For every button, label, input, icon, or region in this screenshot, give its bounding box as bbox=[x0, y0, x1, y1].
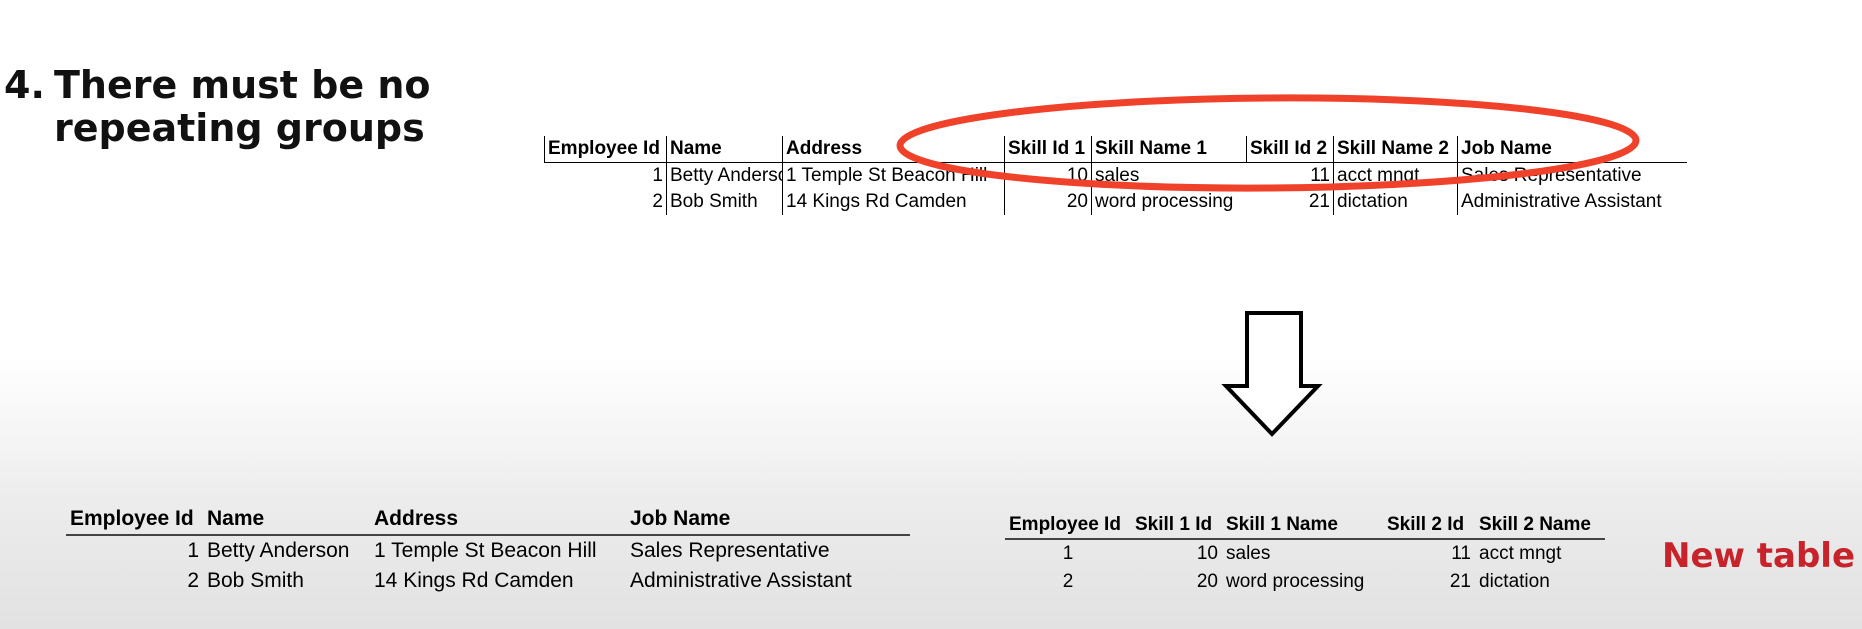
employee-table-header-row: Employee Id Name Address Job Name bbox=[66, 504, 910, 536]
col-name: Name bbox=[203, 504, 370, 536]
table-cell: 14 Kings Rd Camden bbox=[374, 569, 574, 592]
table-cell: dictation bbox=[1479, 571, 1550, 592]
table-cell: 1 Temple St Beacon Hill bbox=[374, 539, 597, 562]
table-cell: 10 bbox=[1196, 543, 1218, 564]
table-cell: 20 bbox=[1004, 189, 1092, 215]
table-row: 1 Betty Anderson 1 Temple St Beacon Hill… bbox=[545, 162, 1687, 189]
table-cell: 20 bbox=[1196, 571, 1218, 592]
table-cell: 11 bbox=[1310, 165, 1330, 186]
table-cell: 21 bbox=[1308, 191, 1330, 212]
table-cell: 14 Kings Rd Camden bbox=[782, 189, 1005, 215]
table-row: 1 Betty Anderson 1 Temple St Beacon Hill… bbox=[66, 535, 910, 566]
table-cell: 1 bbox=[187, 539, 199, 562]
table-cell: Administrative Assistant bbox=[630, 569, 852, 592]
col-name: Name bbox=[666, 136, 783, 163]
col-address: Address bbox=[370, 504, 626, 536]
col-skill-name-1: Skill Name 1 bbox=[1091, 136, 1247, 163]
col-employee-id: Employee Id bbox=[544, 136, 667, 163]
table-cell: 1 Temple St Beacon Hill bbox=[782, 162, 1005, 189]
employee-table: Employee Id Name Address Job Name 1 Bett… bbox=[66, 504, 910, 596]
table-cell: 1 bbox=[1062, 543, 1074, 564]
table-cell: Bob Smith bbox=[666, 189, 783, 215]
table-row: 2 Bob Smith 14 Kings Rd Camden 20 word p… bbox=[545, 189, 1687, 215]
col-skill-name-2: Skill Name 2 bbox=[1333, 136, 1458, 163]
skill-table: Employee Id Skill 1 Id Skill 1 Name Skil… bbox=[1005, 512, 1605, 596]
skill-table-header-row: Employee Id Skill 1 Id Skill 1 Name Skil… bbox=[1005, 512, 1605, 540]
col-skill-2-id: Skill 2 Id bbox=[1383, 512, 1475, 540]
table-cell: 2 bbox=[652, 191, 663, 212]
table-cell: acct mngt bbox=[1479, 543, 1562, 564]
col-job-name: Job Name bbox=[1457, 136, 1687, 163]
table-cell: Bob Smith bbox=[207, 569, 304, 592]
table-cell: sales bbox=[1091, 162, 1247, 189]
table-row: 2 20 word processing 21 dictation bbox=[1005, 568, 1605, 596]
new-table-label: New table bbox=[1662, 536, 1856, 576]
table-cell: dictation bbox=[1333, 189, 1458, 215]
table-cell: 10 bbox=[1004, 162, 1092, 189]
table-cell: Betty Anderson bbox=[207, 539, 350, 562]
col-skill-id-1: Skill Id 1 bbox=[1004, 136, 1092, 163]
original-table: Employee Id Name Address Skill Id 1 Skil… bbox=[544, 136, 1687, 215]
heading-line-2: repeating groups bbox=[54, 106, 425, 150]
col-address: Address bbox=[782, 136, 1005, 163]
table-cell: Sales Representative bbox=[630, 539, 830, 562]
table-cell: Sales Representative bbox=[1457, 162, 1687, 189]
slide-heading: 4. There must be no repeating groups bbox=[4, 64, 431, 150]
down-arrow-icon bbox=[1221, 311, 1323, 437]
table-row: 2 Bob Smith 14 Kings Rd Camden Administr… bbox=[66, 566, 910, 596]
table-cell: word processing bbox=[1226, 571, 1365, 592]
col-skill-1-id: Skill 1 Id bbox=[1131, 512, 1222, 540]
heading-line-1: There must be no bbox=[54, 63, 431, 107]
table-cell: 2 bbox=[1062, 571, 1074, 592]
table-row: 1 10 sales 11 acct mngt bbox=[1005, 539, 1605, 568]
col-employee-id: Employee Id bbox=[1005, 512, 1131, 540]
original-table-header-row: Employee Id Name Address Skill Id 1 Skil… bbox=[544, 136, 1687, 163]
heading-number: 4. bbox=[4, 63, 45, 107]
table-cell: acct mngt bbox=[1333, 162, 1458, 189]
table-cell: Administrative Assistant bbox=[1457, 189, 1687, 215]
table-cell: 11 bbox=[1451, 543, 1471, 564]
table-cell: 1 bbox=[652, 165, 663, 186]
col-skill-id-2: Skill Id 2 bbox=[1246, 136, 1334, 163]
table-cell: word processing bbox=[1091, 189, 1247, 215]
col-job-name: Job Name bbox=[626, 504, 910, 536]
col-employee-id: Employee Id bbox=[66, 504, 203, 536]
col-skill-1-name: Skill 1 Name bbox=[1222, 512, 1383, 540]
table-cell: Betty Anderson bbox=[666, 162, 783, 189]
table-cell: 2 bbox=[187, 569, 199, 592]
col-skill-2-name: Skill 2 Name bbox=[1475, 512, 1605, 540]
table-cell: 21 bbox=[1449, 571, 1471, 592]
table-cell: sales bbox=[1226, 543, 1271, 564]
